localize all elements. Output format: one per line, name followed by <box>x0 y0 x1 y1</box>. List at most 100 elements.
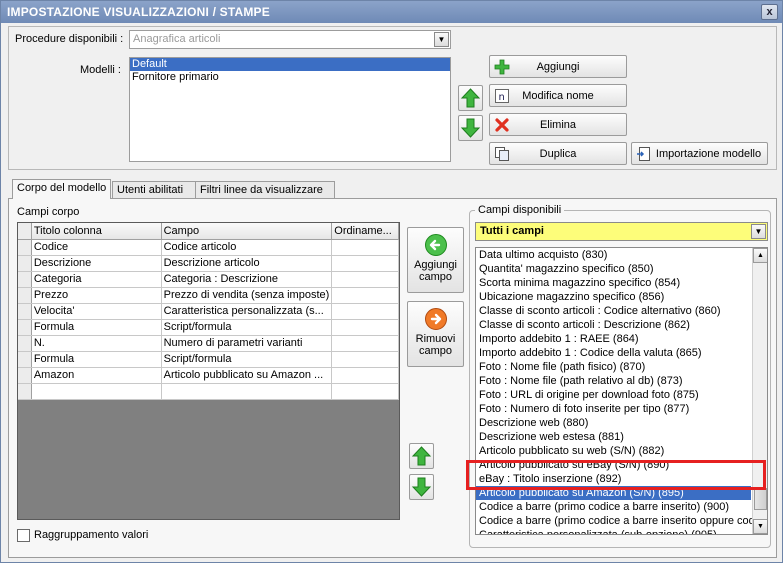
list-item[interactable]: Caratteristica personalizzata (sub-opzio… <box>476 528 767 534</box>
list-item[interactable]: Classe di sconto articoli : Codice alter… <box>476 304 767 318</box>
table-cell[interactable] <box>331 383 399 400</box>
close-button[interactable]: x <box>761 4 778 20</box>
table-row[interactable]: Formula Script/formula <box>18 319 399 336</box>
table-cell[interactable]: Script/formula <box>161 319 333 336</box>
table-cell[interactable] <box>331 335 399 352</box>
scroll-thumb[interactable] <box>754 488 767 510</box>
tab-line-filters[interactable]: Filtri linee da visualizzare <box>195 181 335 199</box>
table-cell[interactable] <box>331 287 399 304</box>
field-down-button[interactable] <box>409 474 434 500</box>
column-header-sort[interactable]: Ordiname... <box>331 223 399 240</box>
table-cell[interactable] <box>31 383 162 400</box>
row-indicator[interactable] <box>18 255 32 272</box>
table-row[interactable]: Prezzo Prezzo di vendita (senza imposte) <box>18 287 399 304</box>
table-cell[interactable] <box>331 239 399 256</box>
table-cell[interactable]: Codice articolo <box>161 239 333 256</box>
table-cell[interactable] <box>161 383 333 400</box>
row-indicator[interactable] <box>18 367 32 384</box>
list-item[interactable]: Foto : Nome file (path relativo al db) (… <box>476 374 767 388</box>
table-row[interactable]: Amazon Articolo pubblicato su Amazon ... <box>18 367 399 384</box>
table-cell[interactable]: Categoria : Descrizione <box>161 271 333 288</box>
table-cell[interactable]: Caratteristica personalizzata (s... <box>161 303 333 320</box>
vertical-scrollbar[interactable]: ▲ ▼ <box>752 248 767 534</box>
table-cell[interactable] <box>331 319 399 336</box>
field-up-button[interactable] <box>409 443 434 469</box>
list-item[interactable]: Ubicazione magazzino specifico (856) <box>476 290 767 304</box>
list-item[interactable]: Articolo pubblicato su web (S/N) (882) <box>476 444 767 458</box>
table-cell[interactable] <box>18 383 32 400</box>
add-model-button[interactable]: Aggiungi <box>489 55 627 78</box>
grouping-checkbox[interactable] <box>17 529 30 542</box>
delete-model-button[interactable]: Elimina <box>489 113 627 136</box>
table-row-empty[interactable] <box>18 383 399 400</box>
table-cell[interactable] <box>331 271 399 288</box>
table-cell[interactable] <box>331 303 399 320</box>
table-cell[interactable]: Formula <box>31 351 162 368</box>
body-fields-grid[interactable]: Titolo colonna Campo Ordiname... Codice C… <box>17 222 400 520</box>
tab-enabled-users[interactable]: Utenti abilitati <box>112 181 196 199</box>
table-cell[interactable]: Script/formula <box>161 351 333 368</box>
row-indicator[interactable] <box>18 335 32 352</box>
column-header-field[interactable]: Campo <box>161 223 333 240</box>
chevron-down-icon[interactable]: ▼ <box>434 32 449 47</box>
table-cell[interactable] <box>331 255 399 272</box>
table-row[interactable]: Velocita' Caratteristica personalizzata (… <box>18 303 399 320</box>
column-header-title[interactable]: Titolo colonna <box>31 223 162 240</box>
list-item[interactable]: Foto : Numero di foto inserite per tipo … <box>476 402 767 416</box>
row-indicator[interactable] <box>18 239 32 256</box>
list-item[interactable]: Descrizione web estesa (881) <box>476 430 767 444</box>
table-row[interactable]: Formula Script/formula <box>18 351 399 368</box>
import-model-button[interactable]: Importazione modello <box>631 142 768 165</box>
table-cell[interactable]: N. <box>31 335 162 352</box>
list-item[interactable]: Scorta minima magazzino specifico (854) <box>476 276 767 290</box>
list-item[interactable]: Descrizione web (880) <box>476 416 767 430</box>
rename-model-button[interactable]: n Modifica nome <box>489 84 627 107</box>
list-item[interactable]: Importo addebito 1 : Codice della valuta… <box>476 346 767 360</box>
row-indicator[interactable] <box>18 303 32 320</box>
scroll-up-icon[interactable]: ▲ <box>753 248 767 263</box>
table-cell[interactable] <box>331 351 399 368</box>
row-indicator[interactable] <box>18 287 32 304</box>
row-indicator[interactable] <box>18 319 32 336</box>
list-item[interactable]: Foto : URL di origine per download foto … <box>476 388 767 402</box>
table-cell[interactable]: Codice <box>31 239 162 256</box>
tab-body-model[interactable]: Corpo del modello <box>12 179 111 199</box>
model-down-button[interactable] <box>458 115 483 141</box>
list-item[interactable]: Codice a barre (primo codice a barre ins… <box>476 514 767 528</box>
models-list[interactable]: Default Fornitore primario <box>129 57 451 162</box>
available-fields-list[interactable]: Data ultimo acquisto (830) Quantita' maga… <box>475 247 768 535</box>
table-cell[interactable] <box>331 367 399 384</box>
add-field-button[interactable]: Aggiungi campo <box>407 227 464 293</box>
table-cell[interactable]: Amazon <box>31 367 162 384</box>
table-cell[interactable]: Prezzo <box>31 287 162 304</box>
list-item[interactable]: Quantita' magazzino specifico (850) <box>476 262 767 276</box>
row-indicator[interactable] <box>18 351 32 368</box>
list-item[interactable]: Foto : Nome file (path fisico) (870) <box>476 360 767 374</box>
remove-field-button[interactable]: Rimuovi campo <box>407 301 464 367</box>
table-row[interactable]: Codice Codice articolo <box>18 239 399 256</box>
list-item[interactable]: Importo addebito 1 : RAEE (864) <box>476 332 767 346</box>
list-item[interactable]: Codice a barre (primo codice a barre ins… <box>476 500 767 514</box>
list-item[interactable]: Classe di sconto articoli : Descrizione … <box>476 318 767 332</box>
list-item[interactable]: Default <box>130 58 450 71</box>
table-cell[interactable]: Prezzo di vendita (senza imposte) <box>161 287 333 304</box>
table-cell[interactable]: Velocita' <box>31 303 162 320</box>
table-cell[interactable]: Numero di parametri varianti <box>161 335 333 352</box>
list-item[interactable]: Fornitore primario <box>130 71 450 84</box>
table-cell[interactable]: Descrizione <box>31 255 162 272</box>
table-cell[interactable]: Formula <box>31 319 162 336</box>
procedure-select[interactable]: Anagrafica articoli ▼ <box>129 30 451 49</box>
row-indicator[interactable] <box>18 271 32 288</box>
list-item[interactable]: Data ultimo acquisto (830) <box>476 248 767 262</box>
table-cell[interactable]: Categoria <box>31 271 162 288</box>
chevron-down-icon[interactable]: ▼ <box>751 224 766 239</box>
scroll-down-icon[interactable]: ▼ <box>753 519 767 534</box>
model-up-button[interactable] <box>458 85 483 111</box>
table-row[interactable]: Descrizione Descrizione articolo <box>18 255 399 272</box>
table-row[interactable]: Categoria Categoria : Descrizione <box>18 271 399 288</box>
table-row[interactable]: N. Numero di parametri varianti <box>18 335 399 352</box>
duplicate-model-button[interactable]: Duplica <box>489 142 627 165</box>
field-filter-select[interactable]: Tutti i campi ▼ <box>475 222 768 241</box>
table-cell[interactable]: Descrizione articolo <box>161 255 333 272</box>
table-cell[interactable]: Articolo pubblicato su Amazon ... <box>161 367 333 384</box>
